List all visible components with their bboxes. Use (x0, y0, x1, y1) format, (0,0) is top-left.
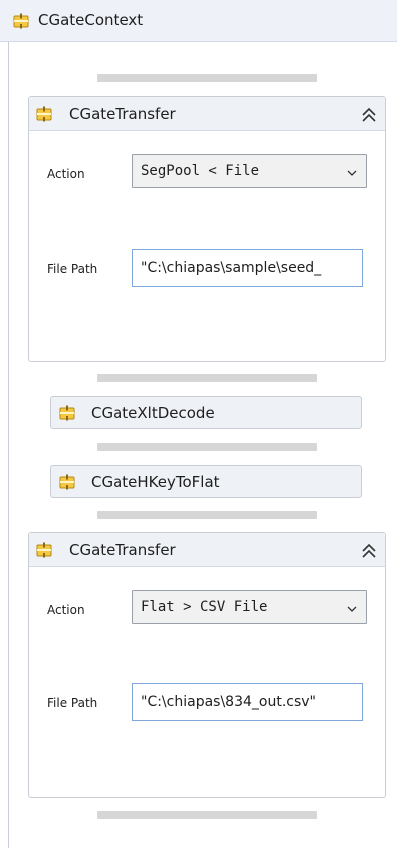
hkey-to-flat-title: CGateHKeyToFlat (91, 473, 220, 491)
activity-icon (36, 106, 52, 122)
chevron-down-icon (347, 602, 357, 618)
action-value: Flat > CSV File (141, 599, 268, 615)
file-path-label: File Path (47, 262, 98, 276)
drop-zone[interactable] (97, 74, 317, 82)
activity-icon (59, 474, 75, 490)
drop-zone[interactable] (97, 374, 317, 382)
transfer-2-title: CGateTransfer (69, 541, 176, 559)
transfer-2-header[interactable]: CGateTransfer (29, 533, 385, 567)
xlt-decode-title: CGateXltDecode (91, 404, 215, 422)
action-dropdown[interactable]: Flat > CSV File (132, 590, 367, 624)
transfer-activity-1[interactable]: CGateTransfer Action SegPool < File File… (28, 96, 386, 362)
file-path-value: "C:\chiapas\834_out.csv" (141, 694, 316, 710)
context-title: CGateContext (38, 11, 144, 29)
drop-zone[interactable] (97, 443, 317, 451)
activity-icon (36, 542, 52, 558)
file-path-input[interactable]: "C:\chiapas\834_out.csv" (132, 683, 363, 721)
drop-zone[interactable] (97, 811, 317, 819)
double-chevron-up-icon[interactable] (360, 542, 378, 560)
xlt-decode-activity[interactable]: CGateXltDecode (50, 396, 362, 429)
double-chevron-up-icon[interactable] (360, 106, 378, 124)
drop-zone[interactable] (97, 511, 317, 519)
transfer-1-header[interactable]: CGateTransfer (29, 97, 385, 131)
action-label: Action (47, 167, 85, 181)
action-value: SegPool < File (141, 163, 260, 179)
transfer-activity-2[interactable]: CGateTransfer Action Flat > CSV File Fil… (28, 532, 386, 798)
file-path-label: File Path (47, 696, 98, 710)
hkey-to-flat-activity[interactable]: CGateHKeyToFlat (50, 465, 362, 498)
transfer-1-title: CGateTransfer (69, 105, 176, 123)
chevron-down-icon (347, 166, 357, 182)
context-header[interactable]: CGateContext (0, 0, 397, 42)
activity-icon (13, 13, 29, 29)
file-path-input[interactable]: "C:\chiapas\sample\seed_ (132, 249, 363, 287)
action-dropdown[interactable]: SegPool < File (132, 154, 367, 188)
file-path-value: "C:\chiapas\sample\seed_ (141, 260, 322, 276)
action-label: Action (47, 603, 85, 617)
activity-icon (59, 405, 75, 421)
